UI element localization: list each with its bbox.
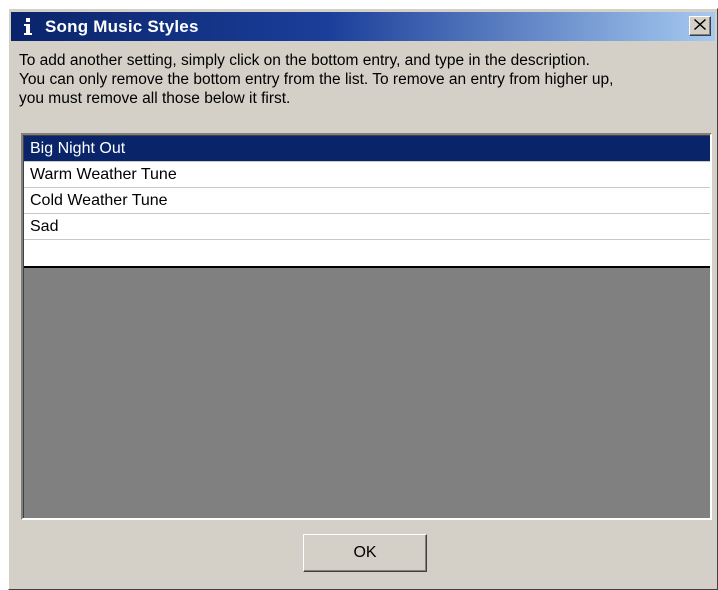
info-icon xyxy=(19,16,37,38)
styles-list[interactable]: Big Night Out Warm Weather Tune Cold Wea… xyxy=(21,133,712,520)
close-button[interactable] xyxy=(689,16,711,36)
close-icon xyxy=(694,17,706,35)
list-item[interactable]: Sad xyxy=(24,214,710,240)
list-item-selected[interactable]: Big Night Out xyxy=(24,136,710,162)
ok-button[interactable]: OK xyxy=(303,534,427,572)
instructions-line: You can only remove the bottom entry fro… xyxy=(19,71,614,88)
list-item[interactable]: Cold Weather Tune xyxy=(24,188,710,214)
list-rows: Big Night Out Warm Weather Tune Cold Wea… xyxy=(24,136,710,268)
instructions-line: To add another setting, simply click on … xyxy=(19,52,590,69)
new-entry-row[interactable] xyxy=(24,240,710,266)
list-item[interactable]: Warm Weather Tune xyxy=(24,162,710,188)
title-bar[interactable]: Song Music Styles xyxy=(11,12,715,41)
instructions-line: you must remove all those below it first… xyxy=(19,90,291,107)
window-title: Song Music Styles xyxy=(45,16,199,36)
instructions-text: To add another setting, simply click on … xyxy=(19,51,709,108)
dialog-window: Song Music Styles To add another setting… xyxy=(8,8,718,590)
